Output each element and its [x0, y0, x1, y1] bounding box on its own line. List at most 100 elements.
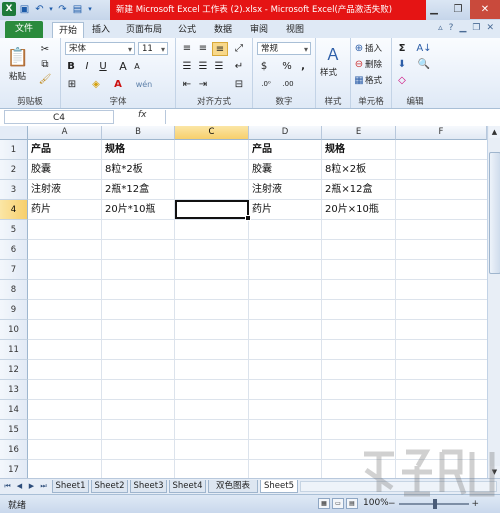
- select-all-corner[interactable]: [0, 126, 28, 140]
- fill-icon[interactable]: ⬇: [396, 58, 408, 70]
- row-header-17[interactable]: 17: [0, 460, 28, 478]
- column-header-d[interactable]: D: [249, 126, 322, 140]
- tab-file[interactable]: 文件: [5, 21, 43, 38]
- cell-a2[interactable]: 胶囊: [29, 160, 51, 180]
- number-format-select[interactable]: 常规: [257, 42, 311, 56]
- align-bottom-icon[interactable]: ≡: [212, 42, 228, 56]
- horizontal-scrollbar[interactable]: [300, 481, 497, 492]
- save-icon[interactable]: ▣: [18, 2, 31, 16]
- sheet-tab-sheet1[interactable]: Sheet1: [52, 480, 89, 493]
- cell-b4[interactable]: 20片*10瓶: [103, 200, 155, 220]
- fill-color-icon[interactable]: ◈: [89, 78, 103, 90]
- sort-filter-icon[interactable]: A↓: [416, 42, 432, 54]
- format-cells-icon[interactable]: ▦: [353, 74, 365, 86]
- scroll-down-icon[interactable]: ▼: [489, 466, 500, 478]
- cell-b1[interactable]: 规格: [103, 140, 125, 160]
- italic-button[interactable]: I: [81, 60, 93, 72]
- cell-a3[interactable]: 注射液: [29, 180, 61, 200]
- insert-cells-button[interactable]: 插入: [365, 42, 382, 54]
- restore-icon[interactable]: ❐: [446, 0, 470, 19]
- cell-e4[interactable]: 20片×10瓶: [323, 200, 379, 220]
- borders-icon[interactable]: ⊞: [65, 78, 79, 90]
- increase-decimal-icon[interactable]: .0⁰: [257, 78, 275, 90]
- zoom-slider[interactable]: [398, 499, 469, 509]
- zoom-level[interactable]: 100%: [363, 498, 389, 508]
- column-header-f[interactable]: F: [396, 126, 487, 140]
- phonetic-guide-button[interactable]: wén: [135, 78, 153, 90]
- restore-workbook-icon[interactable]: ❐: [472, 23, 480, 33]
- font-name-select[interactable]: 宋体: [65, 42, 135, 56]
- cell-e3[interactable]: 2瓶×12盒: [323, 180, 372, 200]
- column-header-b[interactable]: B: [102, 126, 175, 140]
- first-sheet-icon[interactable]: ⏮: [2, 480, 13, 493]
- cell-d4[interactable]: 药片: [250, 200, 272, 220]
- tab-view[interactable]: 视图: [282, 22, 308, 38]
- bold-button[interactable]: B: [65, 60, 77, 72]
- cell-d2[interactable]: 胶囊: [250, 160, 272, 180]
- next-sheet-icon[interactable]: ▶: [26, 480, 37, 493]
- cell-e1[interactable]: 规格: [323, 140, 345, 160]
- row-header-6[interactable]: 6: [0, 240, 28, 260]
- print-preview-icon[interactable]: ▤: [71, 2, 84, 16]
- align-center-icon[interactable]: ☰: [196, 60, 210, 72]
- insert-function-button[interactable]: fx: [138, 110, 147, 120]
- row-header-10[interactable]: 10: [0, 320, 28, 340]
- font-size-select[interactable]: 11: [138, 42, 168, 56]
- column-header-c[interactable]: C: [175, 126, 249, 140]
- cut-icon[interactable]: ✂: [38, 43, 52, 55]
- row-header-3[interactable]: 3: [0, 180, 28, 200]
- page-layout-view-icon[interactable]: ▭: [332, 498, 344, 509]
- row-header-7[interactable]: 7: [0, 260, 28, 280]
- excel-logo-icon[interactable]: X: [2, 2, 16, 16]
- undo-dropdown-icon[interactable]: ▾: [48, 2, 54, 16]
- redo-icon[interactable]: ↷: [56, 2, 69, 16]
- minimize-workbook-icon[interactable]: ▁: [459, 23, 466, 33]
- close-icon[interactable]: ✕: [470, 0, 500, 19]
- active-cell-c4[interactable]: [175, 200, 251, 221]
- paste-label[interactable]: 粘贴: [9, 70, 26, 82]
- row-header-9[interactable]: 9: [0, 300, 28, 320]
- underline-button[interactable]: U: [97, 60, 109, 72]
- decrease-indent-icon[interactable]: ⇤: [180, 78, 194, 90]
- column-header-a[interactable]: A: [28, 126, 102, 140]
- help-icon[interactable]: ?: [449, 23, 454, 33]
- customize-qat-icon[interactable]: ▾: [86, 2, 94, 16]
- align-left-icon[interactable]: ☰: [180, 60, 194, 72]
- name-box[interactable]: C4: [4, 110, 114, 124]
- cell-b3[interactable]: 2瓶*12盒: [103, 180, 149, 200]
- styles-button-label[interactable]: 样式: [320, 66, 337, 78]
- merge-center-icon[interactable]: ⊟: [232, 78, 246, 90]
- tab-formulas[interactable]: 公式: [174, 22, 200, 38]
- tab-page-layout[interactable]: 页面布局: [122, 22, 166, 38]
- delete-cells-button[interactable]: 删除: [365, 58, 382, 70]
- column-header-e[interactable]: E: [322, 126, 396, 140]
- vertical-scrollbar[interactable]: ▲ ▼: [487, 126, 500, 478]
- cell-b2[interactable]: 8粒*2板: [103, 160, 143, 180]
- font-color-button[interactable]: A: [111, 78, 125, 90]
- prev-sheet-icon[interactable]: ◀: [14, 480, 25, 493]
- sheet-tab-sheet4[interactable]: Sheet4: [169, 480, 206, 493]
- tab-home[interactable]: 开始: [52, 22, 84, 39]
- autosum-button[interactable]: Σ: [396, 42, 408, 54]
- row-header-4[interactable]: 4: [0, 200, 28, 220]
- delete-cells-icon[interactable]: ⊖: [353, 58, 365, 70]
- decrease-decimal-icon[interactable]: .00: [279, 78, 297, 90]
- sheet-tab-sheet2[interactable]: Sheet2: [91, 480, 128, 493]
- increase-indent-icon[interactable]: ⇥: [196, 78, 210, 90]
- row-header-12[interactable]: 12: [0, 360, 28, 380]
- row-header-1[interactable]: 1: [0, 140, 28, 160]
- accounting-format-icon[interactable]: $: [257, 60, 271, 72]
- undo-icon[interactable]: ↶: [33, 2, 46, 16]
- sheet-tab-sheet5[interactable]: Sheet5: [260, 480, 298, 493]
- shrink-font-button[interactable]: A: [131, 60, 143, 72]
- format-painter-icon[interactable]: 🖌: [38, 73, 52, 85]
- vertical-scroll-thumb[interactable]: [489, 152, 500, 274]
- align-right-icon[interactable]: ☰: [212, 60, 226, 72]
- row-header-14[interactable]: 14: [0, 400, 28, 420]
- comma-style-button[interactable]: ,: [297, 60, 309, 72]
- styles-icon[interactable]: Ａ: [322, 42, 344, 64]
- cell-a4[interactable]: 药片: [29, 200, 51, 220]
- tab-insert[interactable]: 插入: [88, 22, 114, 38]
- cell-d1[interactable]: 产品: [250, 140, 272, 160]
- row-header-15[interactable]: 15: [0, 420, 28, 440]
